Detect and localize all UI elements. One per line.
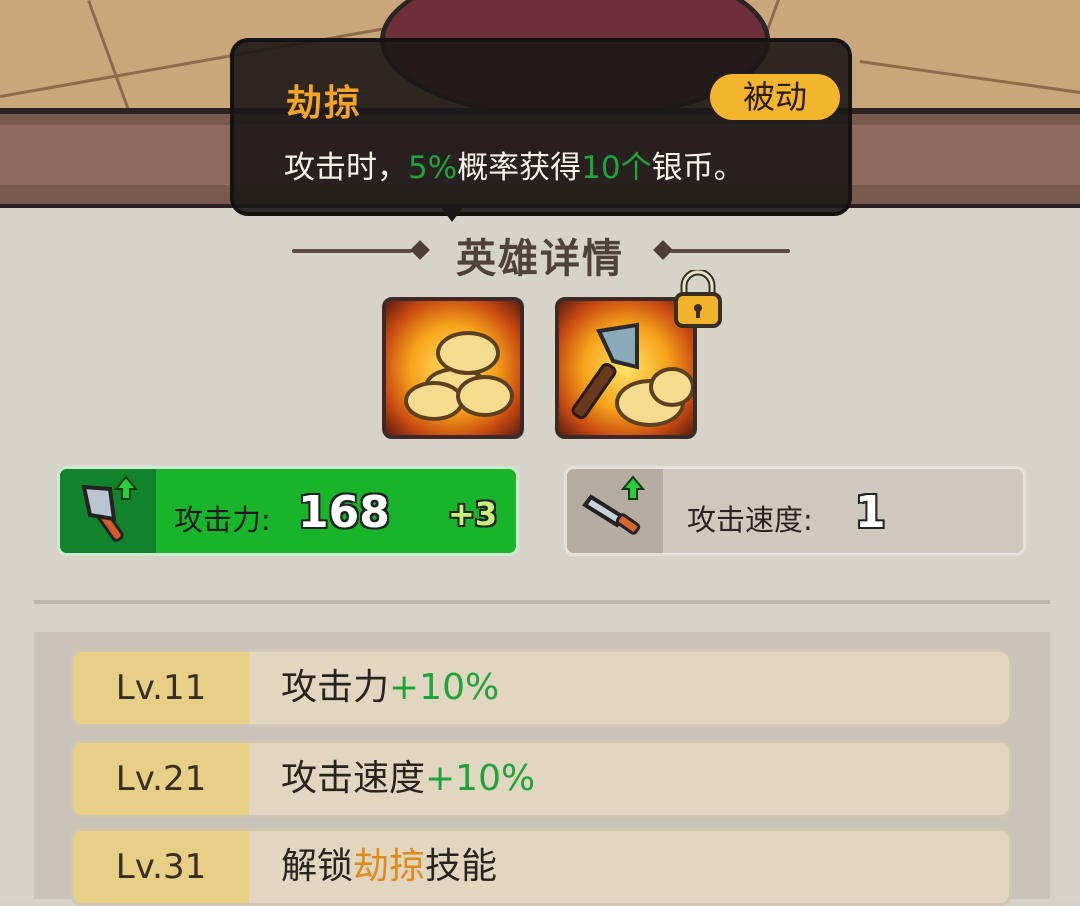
- bonus-suffix: 技能: [425, 846, 498, 887]
- desc-amount: 10个: [581, 150, 652, 186]
- desc-prefix: 攻击时，: [284, 150, 408, 186]
- level-label: Lv.11: [73, 652, 249, 724]
- coins-skill-icon[interactable]: [382, 297, 524, 439]
- passive-badge: 被动: [710, 74, 840, 120]
- attack-speed-stat: 攻击速度: 1: [564, 466, 1026, 556]
- level-bonus-text: 攻击速度+10%: [281, 743, 535, 815]
- level-bonus-text: 攻击力+10%: [281, 652, 499, 724]
- level-label: Lv.31: [73, 831, 249, 903]
- divider: [34, 600, 1050, 604]
- bonus-name: 攻击力: [281, 667, 390, 708]
- sword-upgrade-icon: [582, 475, 646, 535]
- section-title: 英雄详情: [456, 236, 624, 282]
- attack-label: 攻击力:: [174, 503, 271, 537]
- attack-icon-box: [60, 469, 156, 553]
- tooltip-pointer: [440, 206, 464, 222]
- axe-upgrade-icon: [81, 475, 139, 542]
- speed-value: 1: [855, 487, 886, 538]
- level-bonus-text: 解锁劫掠技能: [281, 831, 497, 903]
- bonus-prefix: 解锁: [281, 846, 354, 887]
- desc-chance: 5%: [408, 150, 458, 186]
- bonus-value: +10%: [425, 758, 536, 799]
- attack-value: 168: [298, 487, 390, 538]
- bonus-value: +10%: [389, 667, 500, 708]
- attack-stat: 攻击力: 168 +3: [57, 466, 519, 556]
- skill-tooltip: 劫掠 被动 攻击时，5%概率获得10个银币。: [230, 38, 852, 216]
- desc-suffix: 银币。: [651, 150, 745, 186]
- attack-bonus: +3: [448, 495, 498, 533]
- tooltip-title: 劫掠: [286, 83, 363, 124]
- level-row: Lv.31 解锁劫掠技能: [70, 828, 1012, 906]
- level-row: Lv.21 攻击速度+10%: [70, 740, 1012, 818]
- desc-mid: 概率获得: [457, 150, 582, 186]
- level-label: Lv.21: [73, 743, 249, 815]
- tooltip-description: 攻击时，5%概率获得10个银币。: [284, 142, 745, 187]
- bonus-name: 攻击速度: [281, 758, 426, 799]
- speed-icon-box: [567, 469, 663, 553]
- lock-icon: [674, 270, 722, 328]
- skill-name: 劫掠: [353, 846, 426, 887]
- level-row: Lv.11 攻击力+10%: [70, 649, 1012, 727]
- speed-label: 攻击速度:: [687, 503, 813, 537]
